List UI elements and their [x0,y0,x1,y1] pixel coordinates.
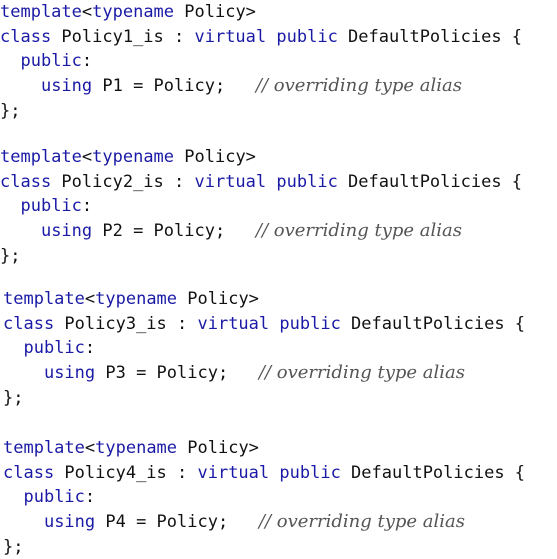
keyword-class: class [0,171,52,192]
code-line-access: public: [3,485,557,510]
code-block-policy1: template<typename Policy> class Policy1_… [0,0,557,123]
keyword-virtual: virtual [194,26,267,47]
keyword-class: class [0,26,52,47]
code-line-class: class Policy1_is : virtual public Defaul… [0,25,557,50]
closing-brace: }; [0,245,21,266]
class-name: Policy2_is : [51,171,195,192]
closing-brace: }; [0,100,21,121]
code-line-template: template<typename Policy> [0,0,557,25]
code-comment: // overriding type alias [255,220,463,242]
code-line-template: template<typename Policy> [3,436,557,461]
code-token: : [84,487,96,508]
code-line-class: class Policy4_is : virtual public Defaul… [3,461,557,486]
keyword-typename: typename [95,289,178,309]
keyword-using: using [43,363,96,384]
keyword-public: public [276,171,338,192]
keyword-using: using [40,221,93,242]
code-comment: // overriding type alias [258,511,466,533]
keyword-public: public [23,338,85,359]
code-line-close: }; [3,535,557,559]
code-line-close: }; [0,244,557,269]
using-statement: P1 = Policy; [92,76,256,97]
base-class: DefaultPolicies { [337,26,523,47]
keyword-typename: typename [92,2,175,22]
keyword-using: using [40,76,93,97]
code-token: Policy> [174,147,256,167]
code-line-using: using P3 = Policy; // overriding type al… [3,361,557,386]
keyword-class: class [3,313,55,334]
code-line-close: }; [3,386,557,411]
using-statement: P4 = Policy; [95,512,259,533]
code-line-close: }; [0,99,557,124]
code-line-class: class Policy2_is : virtual public Defaul… [0,170,557,195]
keyword-template: template [0,2,82,22]
code-line-template: template<typename Policy> [0,145,557,170]
code-line-access: public: [0,194,557,219]
keyword-class: class [3,462,55,483]
keyword-template: template [3,289,85,309]
class-name: Policy1_is : [51,26,195,47]
keyword-virtual: virtual [197,462,270,483]
code-token: < [84,289,96,309]
code-line-using: using P1 = Policy; // overriding type al… [0,74,557,99]
keyword-virtual: virtual [197,313,270,334]
keyword-public: public [276,26,338,47]
code-token: < [84,438,96,458]
code-token: Policy> [177,289,259,309]
class-name: Policy3_is : [54,313,198,334]
keyword-public: public [20,51,82,72]
code-line-access: public: [0,49,557,74]
keyword-public: public [279,462,341,483]
code-comment: // overriding type alias [258,362,466,384]
keyword-public: public [23,487,85,508]
code-line-template: template<typename Policy> [3,287,557,312]
code-comment: // overriding type alias [255,75,463,97]
keyword-public: public [279,313,341,334]
keyword-using: using [43,512,96,533]
base-class: DefaultPolicies { [340,313,526,334]
keyword-virtual: virtual [194,171,267,192]
code-block-policy2: template<typename Policy> class Policy2_… [0,145,557,268]
code-token: : [84,338,96,359]
class-name: Policy4_is : [54,462,198,483]
code-line-using: using P4 = Policy; // overriding type al… [3,510,557,535]
code-token: Policy> [174,2,256,22]
closing-brace: }; [3,536,24,557]
code-line-access: public: [3,336,557,361]
keyword-template: template [0,147,82,167]
code-block-policy4: template<typename Policy> class Policy4_… [3,436,557,559]
keyword-typename: typename [95,438,178,458]
base-class: DefaultPolicies { [340,462,526,483]
code-line-class: class Policy3_is : virtual public Defaul… [3,312,557,337]
code-block-policy3: template<typename Policy> class Policy3_… [3,287,557,410]
code-token: < [81,147,93,167]
code-token: : [81,196,93,217]
keyword-public: public [20,196,82,217]
keyword-typename: typename [92,147,175,167]
using-statement: P3 = Policy; [95,363,259,384]
code-token: < [81,2,93,22]
keyword-template: template [3,438,85,458]
using-statement: P2 = Policy; [92,221,256,242]
base-class: DefaultPolicies { [337,171,523,192]
code-token: Policy> [177,438,259,458]
code-line-using: using P2 = Policy; // overriding type al… [0,219,557,244]
closing-brace: }; [3,387,24,408]
code-token: : [81,51,93,72]
